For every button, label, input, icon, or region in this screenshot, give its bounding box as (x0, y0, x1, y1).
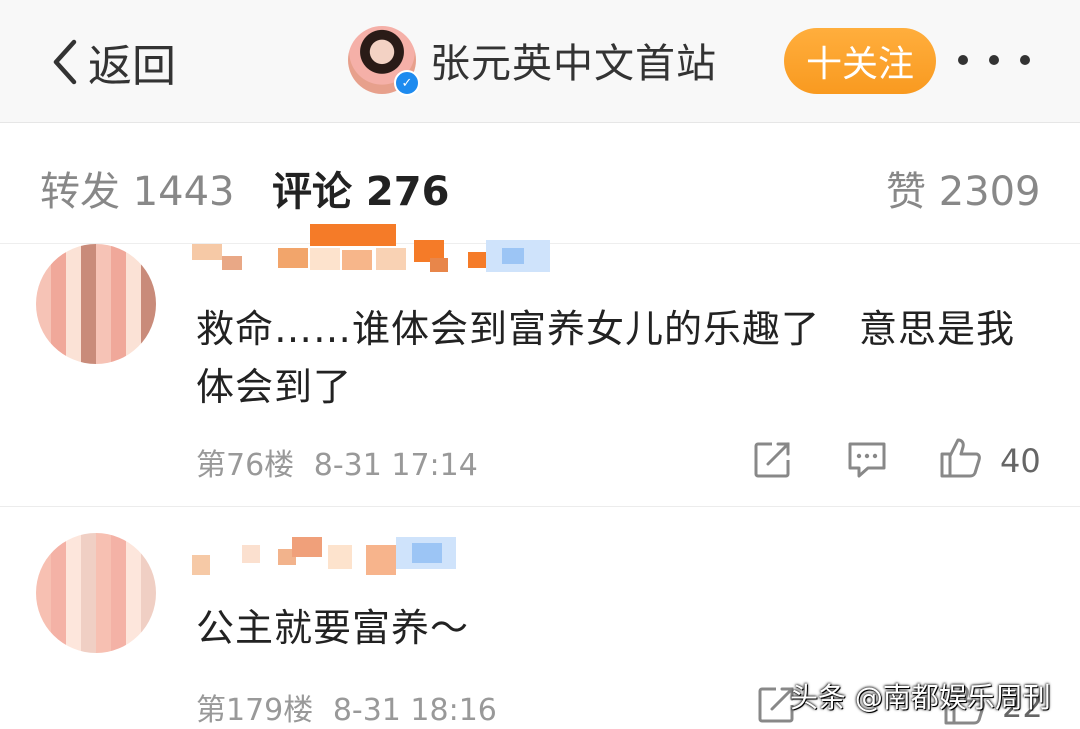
commenter-username-blurred[interactable] (192, 224, 552, 280)
comment-time: 8-31 18:16 (332, 693, 497, 728)
avatar[interactable]: ✓ (348, 26, 420, 96)
commenter-username-blurred[interactable] (192, 537, 552, 577)
tab-reposts[interactable]: 转发 1443 (40, 159, 235, 217)
commenter-avatar[interactable] (36, 533, 156, 653)
tab-comments[interactable]: 评论 276 (272, 159, 449, 217)
account-name[interactable]: 张元英中文首站 (430, 31, 717, 89)
like-count: 40 (1000, 442, 1041, 480)
account-header[interactable]: ✓ 张元英中文首站 (348, 26, 717, 96)
like-icon[interactable] (938, 436, 982, 480)
comment-meta: 第76楼 8-31 17:14 (196, 440, 478, 484)
comment-text: 救命……谁体会到富养女儿的乐趣了 意思是我体会到了 (196, 307, 1016, 409)
floor-number: 第179楼 (196, 693, 314, 728)
comment-text: 公主就要富养～ (196, 606, 470, 650)
follow-button[interactable]: 十关注 (784, 28, 936, 94)
comment-icon[interactable] (846, 440, 888, 480)
comment-time: 8-31 17:14 (313, 448, 478, 483)
commenter-avatar[interactable] (36, 244, 156, 364)
floor-number: 第76楼 (196, 448, 295, 483)
back-button[interactable]: 返回 (48, 34, 176, 92)
comment-item: 救命……谁体会到富养女儿的乐趣了 意思是我体会到了 第76楼 8-31 17:1… (0, 224, 1080, 506)
stats-tab-bar: 转发 1443 评论 276 赞 2309 (0, 123, 1080, 244)
tab-likes[interactable]: 赞 2309 (886, 159, 1041, 217)
watermark: 头条 @南都娱乐周刊 (790, 681, 1051, 714)
verified-icon: ✓ (394, 70, 420, 96)
top-nav-bar: 返回 ✓ 张元英中文首站 十关注 (0, 0, 1080, 123)
back-label: 返回 (88, 41, 176, 92)
comment-meta: 第179楼 8-31 18:16 (196, 685, 497, 729)
back-chevron-icon (53, 39, 77, 85)
more-dots-icon[interactable] (958, 40, 1030, 80)
repost-icon[interactable] (752, 440, 792, 480)
